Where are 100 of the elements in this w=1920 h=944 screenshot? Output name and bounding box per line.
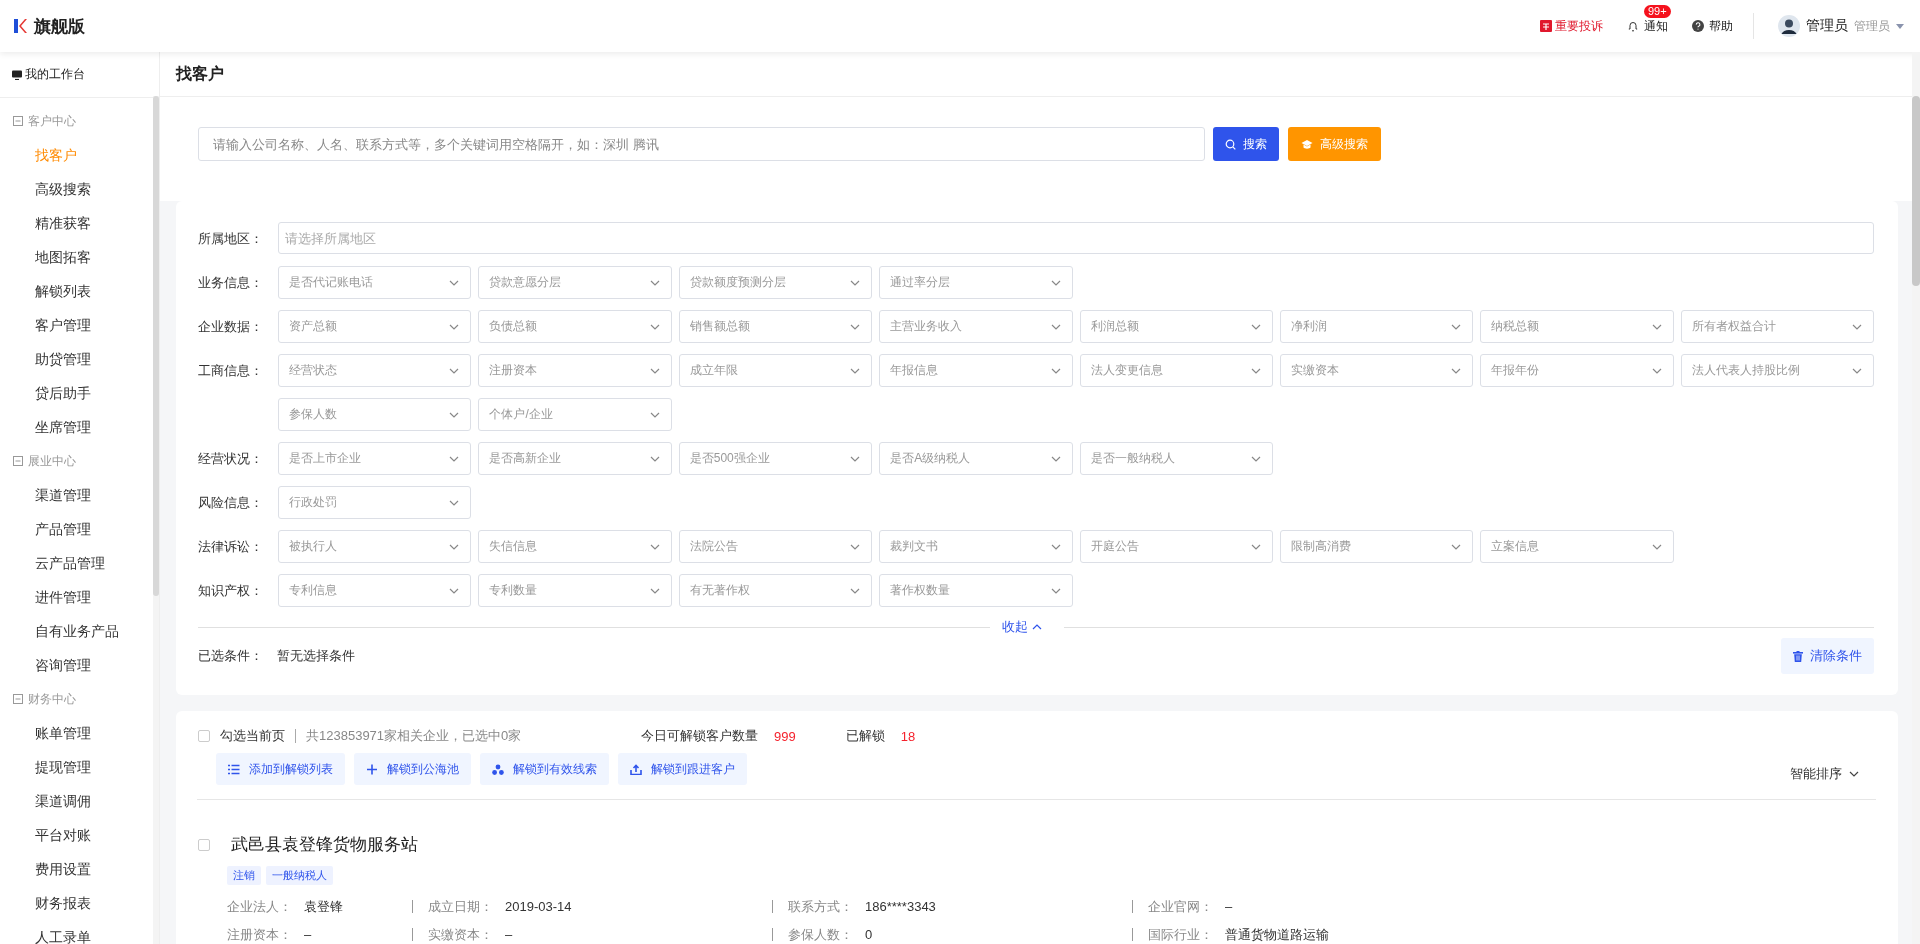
region-field[interactable]: 请选择所属地区 — [278, 222, 1874, 254]
sidebar-item[interactable]: 解锁列表 — [0, 274, 153, 308]
complaint-link[interactable]: 重要投诉 — [1540, 17, 1603, 35]
select-page-label: 勾选当前页 — [220, 727, 285, 745]
sidebar-item[interactable]: 进件管理 — [0, 580, 153, 614]
scrollbar-thumb[interactable] — [1912, 96, 1920, 286]
filter-dropdown[interactable]: 法人代表人持股比例 — [1680, 354, 1874, 387]
filter-dropdown[interactable]: 失信信息 — [478, 530, 672, 563]
filter-dropdown[interactable]: 法人变更信息 — [1079, 354, 1273, 387]
notice-link[interactable]: 通知 — [1627, 17, 1668, 35]
sidebar-item[interactable]: 高级搜索 — [0, 172, 153, 206]
filter-dropdown[interactable]: 负债总额 — [478, 310, 672, 343]
search-field[interactable]: 请输入公司名称、人名、联系方式等，多个关键词用空格隔开，如：深圳 腾讯 — [198, 127, 1205, 161]
filter-dropdown[interactable]: 个体户/企业 — [478, 398, 672, 431]
sidebar-item[interactable]: 渠道调佣 — [0, 784, 153, 818]
filter-dropdown[interactable]: 主营业务收入 — [879, 310, 1073, 343]
sidebar-group-header[interactable]: 客户中心 — [0, 104, 153, 138]
sidebar-item[interactable]: 地图拓客 — [0, 240, 153, 274]
filter-dropdown[interactable]: 销售额总额 — [678, 310, 873, 343]
filter-dropdown[interactable]: 专利数量 — [478, 574, 672, 607]
filter-dropdown[interactable]: 是否高新企业 — [478, 442, 672, 475]
list-icon — [228, 763, 240, 775]
sidebar-item[interactable]: 人工录单 — [0, 920, 153, 944]
sidebar-group-header[interactable]: 财务中心 — [0, 682, 153, 716]
filter-label: 企业数据： — [198, 318, 264, 336]
nodes-icon — [492, 763, 504, 775]
sidebar-item[interactable]: 渠道管理 — [0, 478, 153, 512]
filter-dropdown[interactable]: 被执行人 — [278, 530, 472, 563]
filter-dropdown[interactable]: 成立年限 — [678, 354, 873, 387]
filter-dropdown[interactable]: 是否上市企业 — [278, 442, 472, 475]
filter-dropdown[interactable]: 净利润 — [1279, 310, 1474, 343]
sidebar-item[interactable]: 财务报表 — [0, 886, 153, 920]
avatar-icon — [1778, 15, 1800, 37]
checkbox[interactable] — [198, 838, 210, 851]
sidebar-item[interactable]: 账单管理 — [0, 716, 153, 750]
filter-dropdown[interactable]: 纳税总额 — [1480, 310, 1674, 343]
filter-dropdown[interactable]: 法院公告 — [678, 530, 873, 563]
field-value: 普通货物道路运输 — [1225, 928, 1329, 941]
filter-dropdown[interactable]: 参保人数 — [278, 398, 472, 431]
action-button[interactable]: 解锁到跟进客户 — [618, 753, 747, 785]
filter-dropdown[interactable]: 通过率分层 — [879, 266, 1073, 299]
collapse-link[interactable]: 收起 — [1002, 618, 1042, 636]
filter-dropdown[interactable]: 行政处罚 — [278, 486, 472, 519]
sidebar-item[interactable]: 费用设置 — [0, 852, 153, 886]
filter-dropdown[interactable]: 年报信息 — [879, 354, 1073, 387]
action-button[interactable]: 解锁到公海池 — [354, 753, 471, 785]
action-button[interactable]: 添加到解锁列表 — [216, 753, 345, 785]
filter-dropdown[interactable]: 贷款意愿分层 — [478, 266, 672, 299]
sidebar-item[interactable]: 平台对账 — [0, 818, 153, 852]
sidebar-item[interactable]: 自有业务产品 — [0, 614, 153, 648]
filter-dropdown[interactable]: 是否A级纳税人 — [879, 442, 1073, 475]
field-label: 实缴资本： — [428, 928, 493, 941]
filter-dropdown[interactable]: 贷款额度预测分层 — [678, 266, 873, 299]
sidebar-group-header[interactable]: 展业中心 — [0, 444, 153, 478]
checkbox[interactable] — [198, 730, 210, 742]
sidebar-item[interactable]: 产品管理 — [0, 512, 153, 546]
sidebar-item[interactable]: 云产品管理 — [0, 546, 153, 580]
sidebar-item[interactable]: 咨询管理 — [0, 648, 153, 682]
filter-dropdown[interactable]: 有无著作权 — [678, 574, 873, 607]
search-icon — [1225, 138, 1236, 150]
sidebar-item[interactable]: 助贷管理 — [0, 342, 153, 376]
filter-dropdown[interactable]: 著作权数量 — [879, 574, 1073, 607]
advanced-search-button[interactable]: 高级搜索 — [1288, 127, 1381, 161]
sidebar-item[interactable]: 精准获客 — [0, 206, 153, 240]
plus-icon — [366, 763, 378, 775]
help-link[interactable]: 帮助 — [1692, 17, 1733, 35]
filter-dropdown[interactable]: 所有者权益合计 — [1680, 310, 1874, 343]
filter-dropdown[interactable]: 利润总额 — [1079, 310, 1273, 343]
company-name[interactable]: 武邑县袁登锋货物服务站 — [231, 833, 418, 856]
clear-conditions-button[interactable]: 清除条件 — [1781, 638, 1874, 674]
filter-dropdown[interactable]: 限制高消费 — [1279, 530, 1474, 563]
filter-dropdown[interactable]: 实缴资本 — [1279, 354, 1474, 387]
filter-dropdown[interactable]: 裁判文书 — [879, 530, 1073, 563]
field-label: 企业官网： — [1148, 900, 1213, 913]
user-menu[interactable]: 管理员 管理员 — [1778, 15, 1904, 37]
sidebar-item[interactable]: 贷后助手 — [0, 376, 153, 410]
sidebar-item[interactable]: 找客户 — [0, 138, 153, 172]
filter-dropdown[interactable]: 是否500强企业 — [678, 442, 873, 475]
search-button[interactable]: 搜索 — [1213, 127, 1279, 161]
filter-dropdown[interactable]: 是否代记账电话 — [278, 266, 472, 299]
graduation-cap-icon — [1301, 138, 1313, 150]
filter-dropdown[interactable]: 是否一般纳税人 — [1079, 442, 1273, 475]
filter-dropdown[interactable]: 立案信息 — [1480, 530, 1674, 563]
filter-dropdown[interactable]: 经营状态 — [278, 354, 472, 387]
action-button[interactable]: 解锁到有效线索 — [480, 753, 609, 785]
filter-label: 经营状况： — [198, 450, 264, 468]
user-role: 管理员 — [1854, 17, 1890, 35]
field-label: 成立日期： — [428, 900, 493, 913]
filter-dropdown[interactable]: 开庭公告 — [1079, 530, 1273, 563]
sidebar-item[interactable]: 坐席管理 — [0, 410, 153, 444]
sort-dropdown[interactable]: 智能排序 — [1790, 765, 1860, 783]
sidebar-item[interactable]: 我的工作台 — [0, 52, 153, 98]
filter-dropdown[interactable]: 年报年份 — [1480, 354, 1674, 387]
scrollbar-thumb[interactable] — [153, 96, 159, 596]
filter-dropdown[interactable]: 专利信息 — [278, 574, 472, 607]
sidebar-item[interactable]: 客户管理 — [0, 308, 153, 342]
sidebar-item[interactable]: 提现管理 — [0, 750, 153, 784]
monitor-icon — [12, 69, 22, 80]
filter-dropdown[interactable]: 资产总额 — [278, 310, 472, 343]
filter-dropdown[interactable]: 注册资本 — [478, 354, 672, 387]
